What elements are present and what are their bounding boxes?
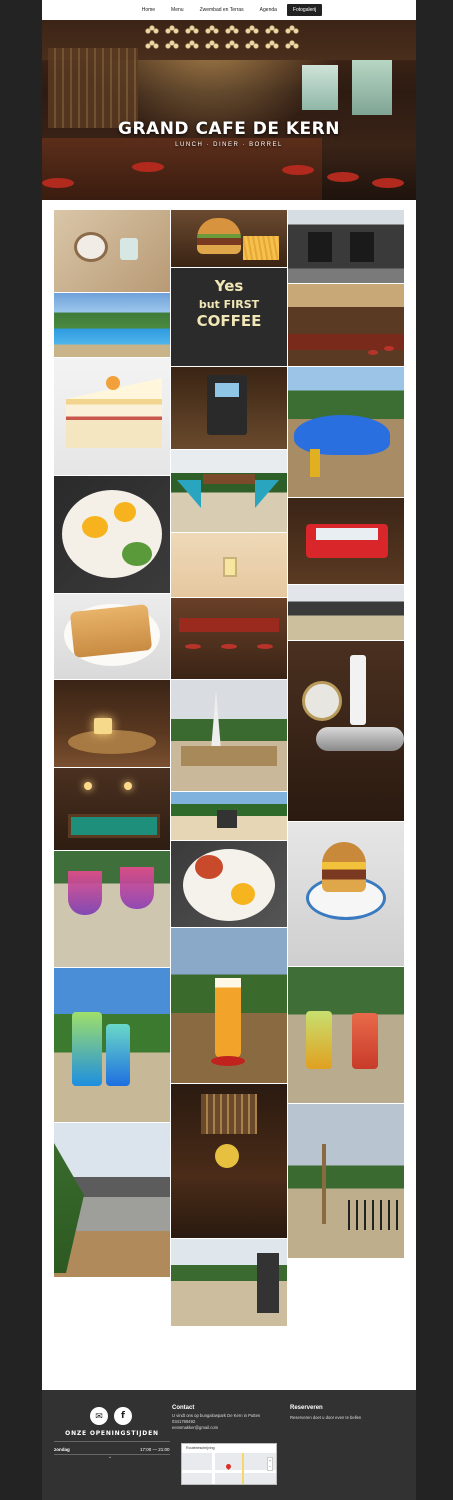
nav-pool-terrace[interactable]: Zwembad en Terras [194,4,250,16]
gallery-photo-blue-cocktails[interactable] [54,968,170,1122]
map-road [182,1470,276,1473]
hero-bar-stool [42,178,74,188]
gallery-photo-cafe-interior[interactable] [171,533,287,597]
hours-time: 17:00 — 21:00 [140,1447,170,1452]
gallery-photo-bar-night[interactable] [171,1084,287,1238]
hours-day: zondag [54,1447,70,1452]
map-directions-label[interactable]: Routebeschrijving [182,1444,276,1453]
google-map[interactable]: Routebeschrijving + − [181,1443,277,1485]
contact-heading: Contact [172,1405,195,1411]
gallery-photo-eggs-bacon[interactable] [54,476,170,593]
gallery-photo-candles[interactable] [54,680,170,767]
gallery-photo-veltins-tap[interactable] [288,641,404,821]
map-road [212,1453,215,1484]
map-road [242,1453,244,1484]
gallery-photo-terrace-umbrella[interactable] [171,680,287,791]
gallery-photo-pool[interactable] [54,293,170,357]
gallery-photo-pool-terrace[interactable] [288,1104,404,1258]
nav-agenda[interactable]: Agenda [254,4,283,16]
gallery-photo-breakfast[interactable] [171,841,287,927]
gallery-photo-ice-cream-freezer[interactable] [288,498,404,584]
gallery-photo-burger-plate[interactable] [288,822,404,966]
nav-menu[interactable]: Menu [165,4,190,16]
gallery-photo-playground-slides[interactable] [171,450,287,532]
gallery-photo-cafe-exterior[interactable] [288,210,404,283]
gallery-photo-beach-volleyball[interactable] [171,792,287,840]
map-pin-icon [224,1462,233,1471]
gallery-photo-terrace-lounge[interactable] [54,1123,170,1277]
contact-email[interactable]: eensmakker@gmail.com [172,1425,218,1432]
hero-title: GRAND CAFE DE KERN [118,119,340,139]
nav-home[interactable]: Home [136,4,161,16]
opening-hours-title: ONZE OPENINGSTIJDEN [65,1430,159,1437]
reserve-heading: Reserveren [290,1405,323,1411]
nav-gallery[interactable]: Fotogalerij [286,4,323,16]
hero-window [352,60,392,115]
facebook-icon[interactable]: f [114,1407,132,1425]
gallery-photo-terrace-tables[interactable] [288,585,404,640]
hero-bottle-shelf [48,48,138,128]
hero-bar-stool [372,178,404,188]
gallery-photo-cake[interactable] [54,358,170,475]
top-nav: Home Menu Zwembad en Terras Agenda Fotog… [42,0,416,20]
gallery-photo-pink-cocktails[interactable] [54,851,170,967]
gallery-photo-burger-fries[interactable] [171,210,287,267]
gallery-photo-latte[interactable] [54,210,170,292]
site-footer: ✉ f ONZE OPENINGSTIJDEN zondag 17:00 — 2… [42,1390,416,1500]
hero-chandelier [142,22,302,52]
hero-bar-stool [327,172,359,182]
gallery-photo-coffee-machine[interactable] [171,367,287,449]
hero-subtitle: LUNCH · DINER · BORREL [175,142,283,148]
hero-window [302,65,338,110]
hero-bar-stool [282,165,314,175]
gallery-photo-coffee-sign[interactable]: Yes but FIRST COFFEE [171,268,287,366]
chevron-down-icon[interactable]: ⌄ [108,1454,112,1460]
gallery-photo-bar-stools[interactable] [171,598,287,679]
mail-icon[interactable]: ✉ [90,1407,108,1425]
gallery-photo-beach-field[interactable] [171,1239,287,1326]
photo-gallery: Yes but FIRST COFFEE [42,200,416,1390]
reserve-text: Reserveren doet u door even te bellen [290,1415,362,1420]
hero-banner: GRAND CAFE DE KERN LUNCH · DINER · BORRE… [42,20,416,200]
hero-bar-stool [132,162,164,172]
gallery-photo-billiard[interactable] [54,768,170,850]
gallery-photo-mojito-cocktails[interactable] [288,967,404,1103]
divider [54,1441,170,1442]
map-zoom-control[interactable]: + − [267,1457,273,1471]
gallery-photo-texels-beer[interactable] [171,928,287,1083]
gallery-photo-apple-pie[interactable] [54,594,170,679]
gallery-photo-bar-interior[interactable] [288,284,404,366]
gallery-photo-playground-whale[interactable] [288,367,404,497]
